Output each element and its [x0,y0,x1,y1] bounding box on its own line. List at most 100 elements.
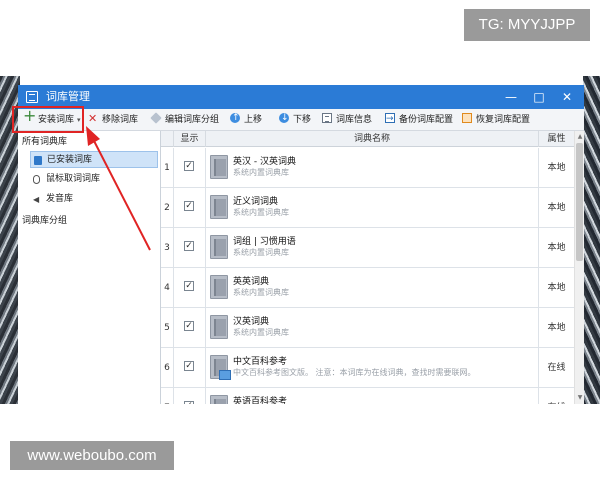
show-checkbox[interactable]: ✓ [184,361,194,371]
attribute-cell: 在线 [539,388,574,404]
dictionary-book-icon [210,195,228,219]
attribute-column-header[interactable]: 属性 [539,131,574,147]
show-cell: ✓ [174,268,206,308]
import-icon [462,113,472,123]
remove-dictionary-button[interactable]: 移除词库 [88,110,138,129]
book-icon [34,156,42,165]
speaker-icon [33,191,41,208]
all-dictionaries-header[interactable]: 所有词典库 [22,134,67,147]
name-cell: 词组 | 习惯用语 系统内置词典库 [206,228,539,268]
dictionary-description: 系统内置词典库 [233,208,289,217]
name-cell: 英英词典 系统内置词典库 [206,268,539,308]
show-checkbox[interactable]: ✓ [184,401,194,404]
dictionary-name: 英英词典 [233,277,270,287]
show-checkbox[interactable]: ✓ [184,201,194,211]
attribute-cell: 本地 [547,163,566,173]
table-row[interactable]: 3 ✓ 词组 | 习惯用语 系统内置词典库 本地 [161,228,574,268]
table-row[interactable]: 4 ✓ 英英词典 系统内置词典库 本地 [161,268,574,308]
table-row[interactable]: 1 ✓ 英汉 - 汉英词典 系统内置词典库 本地 [161,148,574,188]
sidebar-item-label: 鼠标取词词库 [46,174,101,184]
sidebar-item-pronunciation[interactable]: 发音库 [30,191,158,208]
dictionary-description: 系统内置词典库 [233,288,289,297]
name-column-header[interactable]: 词典名称 [206,131,539,147]
mouse-icon [33,175,40,184]
show-cell: ✓ [174,348,206,388]
sidebar-item-label: 已安装词库 [47,155,93,165]
dictionary-book-icon [210,275,228,299]
dictionary-name: 近义词词典 [233,197,279,207]
show-checkbox[interactable]: ✓ [184,321,194,331]
row-number-header [161,131,174,147]
move-down-label: 下移 [293,115,312,125]
dictionary-groups-header[interactable]: 词典库分组 [22,213,67,226]
vertical-scrollbar[interactable]: ▲ ▼ [574,131,584,404]
dictionary-book-icon [210,235,228,259]
move-up-button[interactable]: 上移 [230,109,262,129]
restore-config-button[interactable]: 恢复词库配置 [462,111,530,129]
title-bar: 词库管理 — □ ✕ [18,85,584,109]
edit-group-button[interactable]: 编辑词库分组 [150,111,220,129]
name-cell: 英汉 - 汉英词典 系统内置词典库 [206,148,539,188]
desktop-background-right [583,76,600,404]
table-row[interactable]: 2 ✓ 近义词词典 系统内置词典库 本地 [161,188,574,228]
sidebar-item-label: 发音库 [46,194,74,204]
dictionary-name: 英汉 - 汉英词典 [233,157,296,167]
dictionary-description: 系统内置词典库 [233,248,289,257]
show-cell: ✓ [174,308,206,348]
row-number: 2 [161,188,174,228]
name-cell: 近义词词典 系统内置词典库 [206,188,539,228]
app-icon [26,91,38,103]
show-checkbox[interactable]: ✓ [184,241,194,251]
attribute-cell: 本地 [547,203,566,213]
sidebar-item-installed[interactable]: 已安装词库 [30,151,158,168]
attribute-cell: 本地 [547,323,566,333]
info-label: 词库信息 [336,115,373,125]
toolbar: 安装词库▾ 移除词库 编辑词库分组 上移 下移 词库信息 备份词库配置 恢复词库… [18,107,584,131]
restore-label: 恢复词库配置 [476,115,531,125]
sidebar-item-mouse-lookup[interactable]: 鼠标取词词库 [30,171,158,188]
name-cell: 中文百科参考 中文百科参考图文版。 注意：本词库为在线词典，查找时需要联网。 [206,348,539,388]
backup-config-button[interactable]: 备份词库配置 [385,110,454,129]
table-row[interactable]: 6 ✓ 中文百科参考 中文百科参考图文版。 注意：本词库为在线词典，查找时需要联… [161,348,574,388]
dictionary-manager-window: 词库管理 — □ ✕ 安装词库▾ 移除词库 编辑词库分组 上移 下移 词库信息 [18,85,584,404]
show-cell: ✓ [174,148,206,188]
name-cell: 英语百科参考 [206,388,539,404]
attribute-cell: 本地 [547,243,566,253]
show-checkbox[interactable]: ✓ [184,161,194,171]
arrow-up-icon [230,109,240,127]
minimize-button[interactable]: — [500,87,522,107]
table-header: 显示 词典名称 属性 [161,131,574,147]
backup-label: 备份词库配置 [399,115,454,125]
show-column-header[interactable]: 显示 [174,131,206,147]
table-row[interactable]: 7 ✓ 英语百科参考 在线 [161,388,574,404]
attribute-cell: 本地 [547,283,566,293]
edit-group-label: 编辑词库分组 [165,115,220,125]
dictionary-info-button[interactable]: 词库信息 [322,111,372,129]
scroll-up-icon[interactable]: ▲ [576,132,584,142]
attribute-cell: 在线 [547,363,566,373]
export-icon [385,110,395,128]
cube-icon [150,112,162,124]
dictionary-description: 系统内置词典库 [233,328,289,337]
dictionary-name: 中文百科参考 [233,357,288,367]
show-checkbox[interactable]: ✓ [184,281,194,291]
name-cell: 汉英词典 系统内置词典库 [206,308,539,348]
dictionary-table: 显示 词典名称 属性 1 ✓ 英汉 - 汉英词典 系统内置词典库 本地 2 ✓ [161,131,584,404]
move-down-button[interactable]: 下移 [279,109,312,129]
screenshot-page: TG: MYYJJPP 词库管理 — □ ✕ 安装词库▾ 移除词库 编辑词库分组… [0,0,600,480]
dictionary-book-icon [210,395,228,404]
online-dictionary-icon [210,355,231,380]
dictionary-book-icon [210,315,228,339]
dictionary-description: 中文百科参考图文版。 注意：本词库为在线词典，查找时需要联网。 [233,368,476,377]
close-button[interactable]: ✕ [556,87,578,107]
delete-icon [88,110,98,128]
dictionary-name: 词组 | 习惯用语 [233,237,296,247]
scroll-down-icon[interactable]: ▼ [576,393,584,403]
install-button-highlight [12,106,84,133]
row-number: 5 [161,308,174,348]
maximize-button[interactable]: □ [528,87,550,107]
row-number: 6 [161,348,174,388]
dictionary-description: 系统内置词典库 [233,168,289,177]
scrollbar-thumb[interactable] [576,143,583,261]
table-row[interactable]: 5 ✓ 汉英词典 系统内置词典库 本地 [161,308,574,348]
